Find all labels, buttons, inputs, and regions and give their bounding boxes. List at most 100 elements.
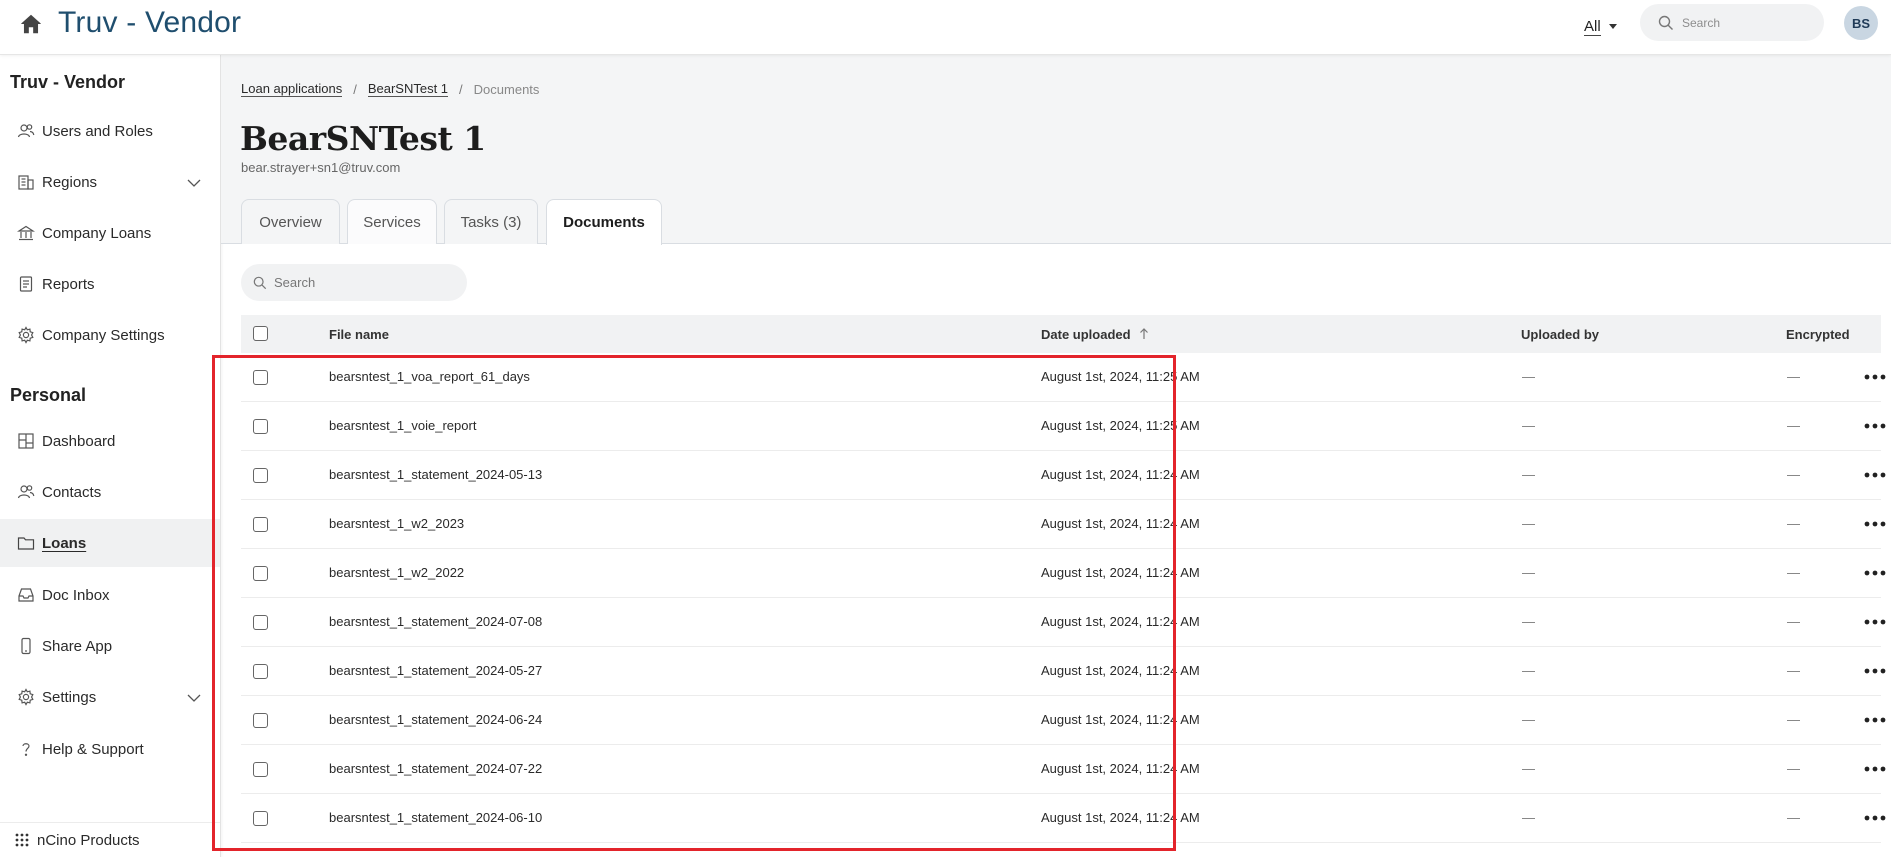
table-row[interactable]: bearsntest_1_statement_2024-05-13 August … — [241, 451, 1886, 500]
file-name-cell[interactable]: bearsntest_1_statement_2024-05-13 — [329, 467, 542, 482]
scope-dropdown[interactable]: All — [1584, 14, 1617, 40]
app-title: Truv - Vendor — [58, 6, 242, 39]
table-row[interactable]: bearsntest_1_voie_report August 1st, 2024… — [241, 402, 1886, 451]
uploaded-by-cell: — — [1522, 369, 1535, 384]
global-search-input[interactable] — [1682, 15, 1812, 30]
row-checkbox[interactable] — [253, 419, 268, 434]
table-row[interactable]: bearsntest_1_statement_2024-07-22 August … — [241, 745, 1886, 794]
table-row[interactable]: bearsntest_1_statement_2024-06-10 August … — [241, 794, 1886, 843]
home-icon[interactable] — [18, 11, 44, 37]
top-bar: Truv - Vendor All BS — [0, 0, 1891, 55]
column-header-uploaded-by[interactable]: Uploaded by — [1521, 327, 1599, 342]
file-name-cell[interactable]: bearsntest_1_statement_2024-05-27 — [329, 663, 542, 678]
row-checkbox[interactable] — [253, 370, 268, 385]
select-all-checkbox[interactable] — [253, 326, 268, 341]
file-name-cell[interactable]: bearsntest_1_statement_2024-06-24 — [329, 712, 542, 727]
sidebar-item-company-loans[interactable]: Company Loans — [0, 209, 220, 257]
row-checkbox[interactable] — [253, 762, 268, 777]
date-uploaded-cell: August 1st, 2024, 11:24 AM — [1041, 810, 1200, 825]
sidebar-item-label: Doc Inbox — [42, 586, 110, 604]
sidebar-item-users-and-roles[interactable]: Users and Roles — [0, 107, 220, 155]
row-checkbox[interactable] — [253, 664, 268, 679]
table-row[interactable]: bearsntest_1_voa_report_61_days August 1s… — [241, 353, 1886, 402]
sidebar-item-label: Reports — [42, 275, 95, 293]
table-row[interactable]: bearsntest_1_w2_2023 August 1st, 2024, 11… — [241, 500, 1886, 549]
sidebar-item-label: Loans — [42, 534, 87, 552]
more-options-icon[interactable] — [1863, 657, 1887, 685]
more-options-icon[interactable] — [1863, 804, 1887, 832]
table-row[interactable]: bearsntest_1_statement_2024-06-24 August … — [241, 696, 1886, 745]
tab-documents[interactable]: Documents — [546, 199, 662, 245]
sidebar-item-label: Company Settings — [42, 326, 165, 344]
sidebar-item-company-settings[interactable]: Company Settings — [0, 311, 220, 359]
sidebar-item-share-app[interactable]: Share App — [0, 622, 220, 670]
documents-search-input[interactable] — [274, 275, 454, 290]
more-options-icon[interactable] — [1863, 412, 1887, 440]
file-name-cell[interactable]: bearsntest_1_statement_2024-07-22 — [329, 761, 542, 776]
chevron-down-icon[interactable] — [186, 690, 202, 706]
sidebar-personal-heading: Personal — [10, 385, 87, 405]
column-header-file-name[interactable]: File name — [329, 327, 389, 342]
column-header-encrypted[interactable]: Encrypted — [1786, 327, 1850, 342]
more-options-icon[interactable] — [1863, 755, 1887, 783]
file-name-cell[interactable]: bearsntest_1_w2_2022 — [329, 565, 464, 580]
sidebar-item-regions[interactable]: Regions — [0, 158, 220, 206]
encrypted-cell: — — [1787, 565, 1800, 580]
tab-overview[interactable]: Overview — [241, 199, 340, 244]
column-header-date-uploaded[interactable]: Date uploaded — [1041, 327, 1149, 342]
more-options-icon[interactable] — [1863, 608, 1887, 636]
sidebar-item-dashboard[interactable]: Dashboard — [0, 417, 220, 465]
table-row[interactable]: bearsntest_1_w2_2022 August 1st, 2024, 11… — [241, 549, 1886, 598]
page-header: Loan applications / BearSNTest 1 / Docum… — [221, 55, 1891, 245]
table-row[interactable]: bearsntest_1_statement_2024-05-27 August … — [241, 647, 1886, 696]
row-checkbox[interactable] — [253, 811, 268, 826]
arrow-up-icon — [1139, 328, 1149, 340]
documents-table-header: File name Date uploaded Uploaded by Encr… — [241, 315, 1881, 353]
encrypted-cell: — — [1787, 418, 1800, 433]
date-uploaded-cell: August 1st, 2024, 11:24 AM — [1041, 712, 1200, 727]
file-name-cell[interactable]: bearsntest_1_statement_2024-07-08 — [329, 614, 542, 629]
file-name-cell[interactable]: bearsntest_1_voie_report — [329, 418, 476, 433]
tab-services[interactable]: Services — [347, 199, 437, 244]
file-name-cell[interactable]: bearsntest_1_w2_2023 — [329, 516, 464, 531]
gear-icon — [17, 326, 35, 344]
documents-search[interactable] — [241, 264, 467, 301]
gear-icon — [17, 688, 35, 706]
sidebar-item-doc-inbox[interactable]: Doc Inbox — [0, 571, 220, 619]
breadcrumb-borrower[interactable]: BearSNTest 1 — [367, 82, 449, 97]
global-search[interactable] — [1640, 4, 1824, 41]
row-checkbox[interactable] — [253, 517, 268, 532]
row-checkbox[interactable] — [253, 566, 268, 581]
encrypted-cell: — — [1787, 516, 1800, 531]
more-options-icon[interactable] — [1863, 363, 1887, 391]
encrypted-cell: — — [1787, 467, 1800, 482]
uploaded-by-cell: — — [1522, 418, 1535, 433]
sidebar-item-reports[interactable]: Reports — [0, 260, 220, 308]
row-checkbox[interactable] — [253, 713, 268, 728]
main-content: Loan applications / BearSNTest 1 / Docum… — [212, 55, 1891, 857]
sidebar-item-help-support[interactable]: Help & Support — [0, 725, 220, 773]
file-name-cell[interactable]: bearsntest_1_voa_report_61_days — [329, 369, 530, 384]
sidebar-item-label: Company Loans — [42, 224, 152, 242]
table-row[interactable]: bearsntest_1_statement_2024-07-08 August … — [241, 598, 1886, 647]
sidebar-item-label: Regions — [42, 173, 98, 191]
grid-icon — [15, 833, 29, 847]
sidebar-item-loans[interactable]: Loans — [0, 519, 220, 567]
row-checkbox[interactable] — [253, 615, 268, 630]
file-name-cell[interactable]: bearsntest_1_statement_2024-06-10 — [329, 810, 542, 825]
breadcrumb-loan-applications[interactable]: Loan applications — [241, 82, 343, 97]
more-options-icon[interactable] — [1863, 706, 1887, 734]
ncino-products-button[interactable]: nCino Products — [0, 822, 220, 857]
more-options-icon[interactable] — [1863, 461, 1887, 489]
chevron-down-icon[interactable] — [186, 175, 202, 191]
row-checkbox[interactable] — [253, 468, 268, 483]
sidebar-item-contacts[interactable]: Contacts — [0, 468, 220, 516]
more-options-icon[interactable] — [1863, 559, 1887, 587]
more-options-icon[interactable] — [1863, 510, 1887, 538]
sidebar-org-heading: Truv - Vendor — [10, 72, 126, 92]
sidebar-item-label: Contacts — [42, 483, 102, 501]
sidebar-item-settings[interactable]: Settings — [0, 673, 220, 721]
sidebar-item-label: Dashboard — [42, 432, 116, 450]
user-avatar[interactable]: BS — [1844, 6, 1878, 40]
tab-tasks[interactable]: Tasks (3) — [444, 199, 538, 244]
